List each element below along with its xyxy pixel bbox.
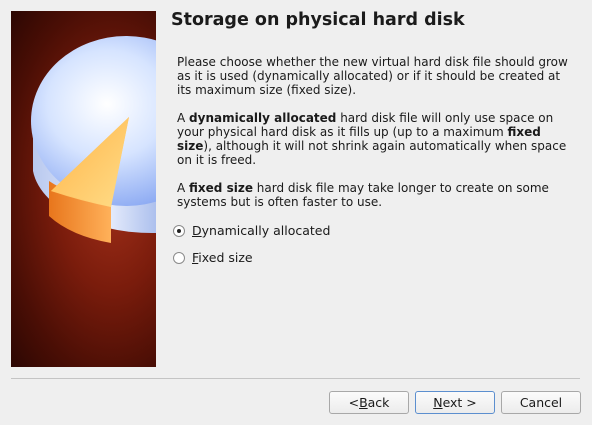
radio-indicator-checked[interactable]	[173, 224, 185, 237]
radio-fixed-size[interactable]: Fixed size	[173, 250, 253, 265]
description-paragraph-2: A dynamically allocated hard disk file w…	[177, 111, 567, 167]
radio-label-fixed-size: Fixed size	[192, 250, 253, 265]
radio-label-dynamically-allocated: Dynamically allocated	[192, 223, 331, 238]
description: Please choose whether the new virtual ha…	[177, 55, 577, 223]
description-paragraph-1: Please choose whether the new virtual ha…	[177, 55, 568, 97]
radio-dynamically-allocated[interactable]: Dynamically allocated	[173, 223, 330, 238]
description-paragraph-3: A fixed size hard disk file may take lon…	[177, 181, 549, 209]
radio-indicator-unchecked[interactable]	[173, 251, 185, 264]
hard-disk-pie-icon	[31, 36, 156, 243]
page-title: Storage on physical hard disk	[171, 10, 465, 30]
next-button[interactable]: Next >	[415, 391, 495, 414]
cancel-button[interactable]: Cancel	[501, 391, 581, 414]
back-button[interactable]: < Back	[329, 391, 409, 414]
wizard-banner-image	[11, 11, 156, 367]
footer-separator	[11, 378, 580, 379]
